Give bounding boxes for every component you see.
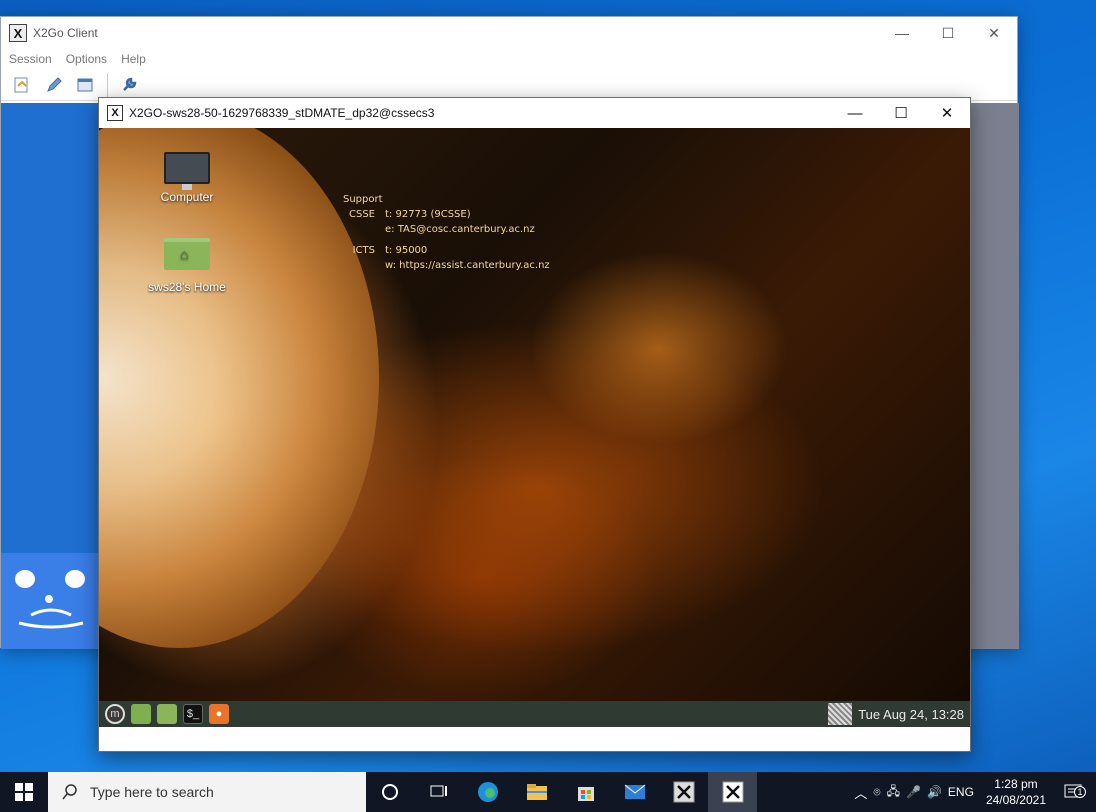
- x2go-client-taskbar-icon[interactable]: [659, 772, 708, 812]
- session-export-icon[interactable]: [75, 74, 97, 96]
- notification-center-icon[interactable]: 1: [1058, 784, 1088, 800]
- mate-bottom-panel: m $_ ● Tue Aug 24, 13:28: [99, 701, 970, 727]
- desktop-icon-computer[interactable]: Computer: [132, 152, 242, 204]
- panel-clock[interactable]: Tue Aug 24, 13:28: [858, 707, 964, 722]
- client-maximize-button[interactable]: ☐: [925, 17, 971, 49]
- mail-icon[interactable]: [610, 772, 659, 812]
- show-desktop-icon[interactable]: [131, 704, 151, 724]
- icts-web: w: https://assist.canterbury.ac.nz: [385, 260, 550, 271]
- client-title: X2Go Client: [33, 26, 98, 40]
- computer-icon: [164, 152, 210, 184]
- session-maximize-button[interactable]: ☐: [878, 98, 924, 128]
- session-title: X2GO-sws28-50-1629768339_stDMATE_dp32@cs…: [129, 106, 435, 120]
- desktop-icon-label: Computer: [160, 190, 214, 204]
- mint-menu-icon[interactable]: m: [105, 704, 125, 724]
- windows-taskbar: Type here to search ︿ ⌾ 🖧 🎤 🔊 ENG 1:28 p…: [0, 772, 1096, 812]
- support-info: Support CSSE t: 92773 (9CSSE) e: TAS@cosc…: [339, 192, 550, 273]
- x2go-session-taskbar-icon[interactable]: [708, 772, 757, 812]
- wallpaper-orb: [99, 128, 379, 648]
- csse-email: e: TAS@cosc.canterbury.ac.nz: [385, 224, 535, 235]
- volume-icon[interactable]: 🔊: [927, 785, 942, 799]
- csse-phone: t: 92773 (9CSSE): [385, 209, 471, 220]
- settings-wrench-icon[interactable]: [118, 74, 140, 96]
- network-icon[interactable]: 🖧: [887, 782, 900, 803]
- system-tray: ︿ ⌾ 🖧 🎤 🔊 ENG 1:28 pm 24/08/2021 1: [854, 772, 1096, 812]
- remote-desktop[interactable]: Computer sws28's Home Support CSSE t: 927…: [99, 128, 970, 727]
- start-button[interactable]: [0, 772, 48, 812]
- microphone-icon[interactable]: 🎤: [906, 785, 921, 799]
- icts-label: ICTS: [352, 245, 375, 256]
- new-session-icon[interactable]: [11, 74, 33, 96]
- desktop-icon-label: sws28's Home: [148, 280, 226, 294]
- desktop-icon-home[interactable]: sws28's Home: [132, 238, 242, 294]
- client-left-panel: [1, 103, 99, 649]
- session-minimize-button[interactable]: —: [832, 98, 878, 128]
- x2go-mascot-icon: [15, 570, 85, 629]
- windows-logo-icon: [15, 783, 33, 801]
- toolbar-divider: [107, 72, 108, 97]
- client-close-button[interactable]: ✕: [971, 17, 1017, 49]
- client-titlebar[interactable]: X X2Go Client — ☐ ✕: [1, 17, 1017, 49]
- home-folder-icon: [164, 238, 210, 270]
- menu-session[interactable]: Session: [9, 52, 52, 66]
- search-placeholder: Type here to search: [90, 784, 214, 800]
- meet-now-icon[interactable]: ⌾: [873, 785, 880, 800]
- search-icon: [62, 784, 77, 800]
- x2go-app-icon: X: [9, 24, 27, 42]
- notification-count: 1: [1074, 786, 1086, 798]
- session-close-button[interactable]: ✕: [924, 98, 970, 128]
- store-icon[interactable]: [561, 772, 610, 812]
- taskbar-date: 24/08/2021: [985, 793, 1046, 807]
- cortana-icon[interactable]: [366, 772, 414, 812]
- edge-icon[interactable]: [463, 772, 512, 812]
- edit-session-icon[interactable]: [43, 74, 65, 96]
- task-view-icon[interactable]: [414, 772, 463, 812]
- files-folder-icon[interactable]: [157, 704, 177, 724]
- client-menubar: Session Options Help: [1, 49, 1017, 69]
- menu-help[interactable]: Help: [121, 52, 146, 66]
- firefox-icon[interactable]: ●: [209, 704, 229, 724]
- network-status-icon[interactable]: [828, 703, 853, 725]
- icts-phone: t: 95000: [385, 245, 428, 256]
- chevron-up-icon[interactable]: ︿: [854, 783, 867, 802]
- menu-options[interactable]: Options: [66, 52, 107, 66]
- csse-label: CSSE: [349, 209, 375, 220]
- client-minimize-button[interactable]: —: [879, 17, 925, 49]
- taskbar-time: 1:28 pm: [994, 777, 1038, 791]
- file-explorer-icon[interactable]: [512, 772, 561, 812]
- language-indicator[interactable]: ENG: [948, 785, 974, 799]
- support-heading: Support: [343, 194, 383, 205]
- x2go-session-icon: X: [107, 105, 123, 121]
- taskbar-clock[interactable]: 1:28 pm 24/08/2021: [980, 776, 1052, 808]
- taskbar-search-box[interactable]: Type here to search: [48, 772, 366, 812]
- remote-session-window: X X2GO-sws28-50-1629768339_stDMATE_dp32@…: [98, 97, 971, 752]
- terminal-icon[interactable]: $_: [183, 704, 203, 724]
- session-titlebar[interactable]: X X2GO-sws28-50-1629768339_stDMATE_dp32@…: [99, 98, 970, 128]
